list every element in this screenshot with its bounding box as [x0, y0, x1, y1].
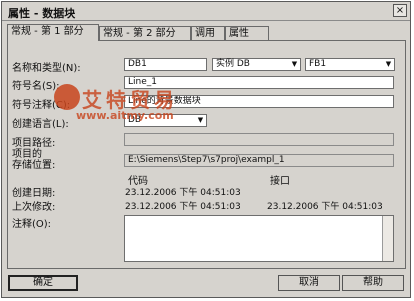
cancel-button[interactable]: 取消 — [278, 275, 340, 291]
creation-language-label: 创建语言(L): — [12, 119, 69, 130]
created-code-value: 23.12.2006 下午 04:51:03 — [125, 188, 241, 198]
symbol-comment-field[interactable]: Line的背景数据块 — [124, 95, 394, 108]
properties-dialog: 属性 - 数据块 × 常规 - 第 1 部分 常规 - 第 2 部分 调用 属性… — [1, 1, 411, 298]
tab-general-part-1[interactable]: 常规 - 第 1 部分 — [7, 24, 99, 41]
storage-location-label-2: 存储位置: — [12, 160, 56, 171]
block-type-value: 实例 DB — [216, 59, 250, 69]
comment-scrollbar[interactable] — [382, 216, 393, 261]
name-type-label: 名称和类型(N): — [12, 63, 81, 74]
window-title: 属性 - 数据块 — [8, 7, 76, 20]
title-bar: 属性 - 数据块 × — [2, 2, 410, 21]
storage-location-field: E:\Siemens\Step7\s7proj\exampl_1 — [124, 154, 394, 167]
symbol-name-label: 符号名(S): — [12, 81, 60, 92]
creation-language-value: DB — [128, 115, 142, 125]
modified-code-value: 23.12.2006 下午 04:51:03 — [125, 202, 241, 212]
project-path-field — [124, 133, 394, 146]
tab-general-part-2[interactable]: 常规 - 第 2 部分 — [99, 26, 191, 40]
help-button[interactable]: 帮助 — [342, 275, 404, 291]
chevron-down-icon: ▼ — [385, 60, 392, 68]
comment-textarea[interactable] — [124, 215, 394, 262]
comment-label: 注释(O): — [12, 219, 52, 230]
tab-calls[interactable]: 调用 — [191, 26, 225, 40]
fb-value: FB1 — [309, 59, 327, 69]
block-name-field[interactable]: DB1 — [124, 58, 207, 71]
chevron-down-icon: ▼ — [291, 60, 298, 68]
symbol-name-field[interactable]: Line_1 — [124, 76, 394, 89]
close-button[interactable]: × — [393, 4, 407, 17]
interface-column-header: 接口 — [270, 176, 290, 187]
creation-language-dropdown[interactable]: DB ▼ — [124, 114, 207, 127]
block-type-dropdown[interactable]: 实例 DB ▼ — [212, 58, 301, 71]
modified-interface-value: 23.12.2006 下午 04:51:03 — [267, 202, 383, 212]
ok-button[interactable]: 确定 — [8, 275, 78, 291]
symbol-comment-label: 符号注释(C): — [12, 100, 71, 111]
tab-attributes[interactable]: 属性 — [225, 26, 269, 40]
fb-dropdown[interactable]: FB1 ▼ — [305, 58, 395, 71]
chevron-down-icon: ▼ — [197, 116, 204, 124]
tab-panel: 名称和类型(N): DB1 实例 DB ▼ FB1 ▼ 符号名(S): Line… — [7, 40, 406, 269]
created-date-label: 创建日期: — [12, 188, 56, 199]
last-modified-label: 上次修改: — [12, 202, 56, 213]
